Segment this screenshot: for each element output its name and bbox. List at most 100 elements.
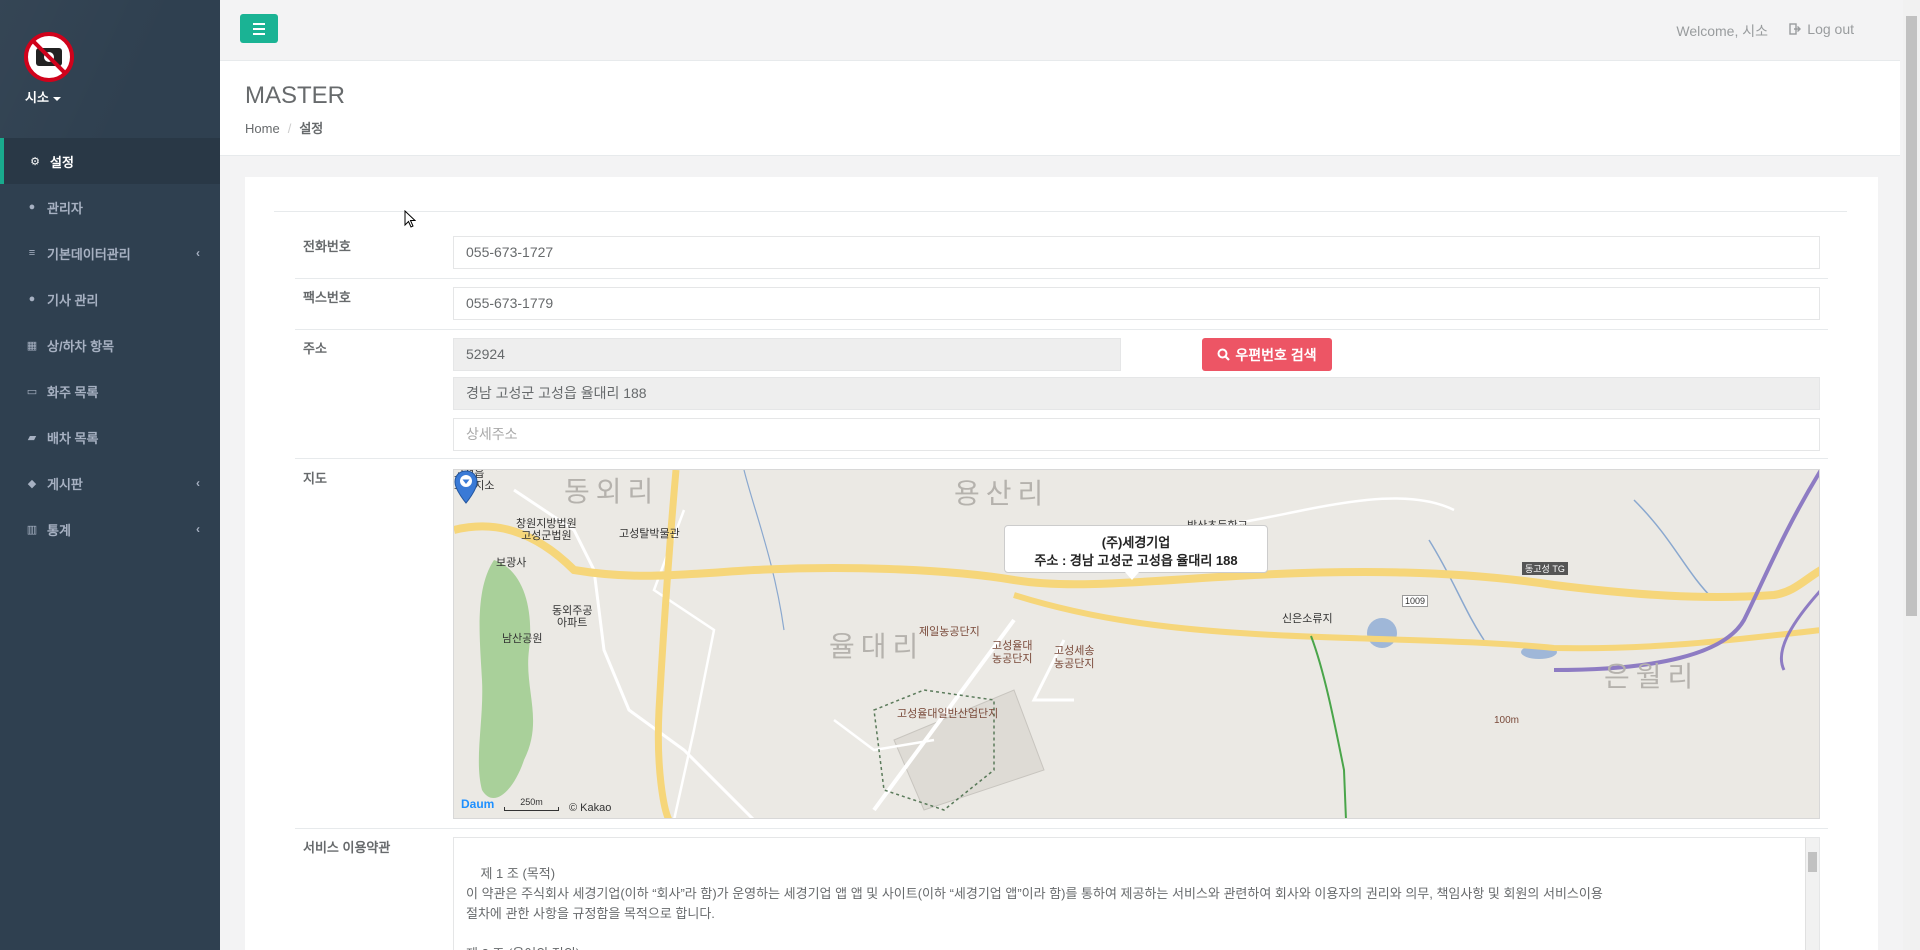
sidebar-item-6[interactable]: ▰ 배차 목록	[0, 414, 220, 460]
page-title: MASTER	[245, 82, 346, 109]
sidebar-item-8[interactable]: ▥ 통계 ‹	[0, 506, 220, 552]
sidebar-nav: ⚙ 설정 ● 관리자 ≡ 기본데이터관리 ‹ ● 기사 관리 ▦ 상/하차 항목 ▭ 화주 목록 ▰ 배차 …	[0, 138, 220, 552]
map-area-label: 용산리	[954, 478, 1050, 509]
search-icon	[1217, 348, 1231, 361]
database-icon: ≡	[28, 247, 36, 259]
zipcode-input[interactable]: 52924	[453, 338, 1121, 371]
map-marker-icon[interactable]	[454, 470, 478, 504]
zipcode-search-label: 우편번호 검색	[1235, 346, 1317, 363]
sidebar: 시소 ⚙ 설정 ● 관리자 ≡ 기본데이터관리 ‹ ● 기사 관리 ▦ 상/하차 항목 ▭ 화주 목록 ▰…	[0, 0, 220, 950]
map-poi-label: 보광사	[496, 557, 527, 569]
map-view[interactable]: 동외리 용산리 율대리 은월리 고성읍 보건지소 창원지방법원 고성군법원 고성…	[453, 469, 1820, 819]
road-number-label: 1009	[1402, 595, 1429, 607]
sidebar-item-label: 기본데이터관리	[47, 246, 131, 262]
page-heading: MASTER Home / 설정	[220, 61, 1900, 156]
fax-label: 팩스번호	[303, 290, 351, 305]
user-icon: ●	[28, 293, 36, 305]
fax-row: 팩스번호 055-673-1779	[295, 279, 1828, 330]
caret-down-icon	[52, 96, 61, 101]
hamburger-icon	[253, 22, 265, 25]
map-poi-label: 창원지방법원 고성군법원	[516, 518, 577, 542]
detail-address-input[interactable]: 상세주소	[453, 418, 1820, 451]
map-info-window: (주)세경기업 주소 : 경남 고성군 고성읍 율대리 188	[1004, 525, 1268, 580]
sidebar-header: 시소	[0, 0, 220, 138]
sidebar-item-4[interactable]: ▦ 상/하차 항목	[0, 322, 220, 368]
phone-input[interactable]: 055-673-1727	[453, 236, 1820, 269]
credit-card-icon: ▭	[26, 385, 38, 398]
address-row: 주소 52924 우편번호 검색 경남 고성군 고성읍 율대리 188 상세주소	[295, 330, 1828, 459]
user-dropdown[interactable]: 시소	[25, 87, 61, 106]
user-icon: ●	[28, 201, 36, 213]
sidebar-item-label: 게시판	[47, 476, 83, 492]
phone-label: 전화번호	[303, 239, 351, 254]
sidebar-item-7[interactable]: ◆ 게시판 ‹	[0, 460, 220, 506]
zipcode-search-button[interactable]: 우편번호 검색	[1202, 338, 1332, 371]
bar-chart-icon: ▥	[26, 523, 38, 536]
fax-input[interactable]: 055-673-1779	[453, 287, 1820, 320]
mouse-cursor-icon	[404, 210, 416, 228]
menu-toggle-button[interactable]	[240, 14, 278, 43]
map-poi-label: 고성율대 농공단지	[992, 640, 1033, 665]
sidebar-item-label: 화주 목록	[47, 384, 99, 400]
address-input[interactable]: 경남 고성군 고성읍 율대리 188	[453, 377, 1820, 410]
divider	[274, 211, 1847, 212]
map-copyright: © Kakao	[569, 802, 612, 814]
map-poi-label: 남산공원	[502, 633, 543, 645]
sidebar-item-label: 통계	[47, 522, 71, 538]
sidebar-item-label: 관리자	[47, 200, 83, 216]
window-scrollbar[interactable]	[1903, 0, 1920, 950]
building-icon: ▦	[26, 339, 38, 352]
welcome-text: Welcome, 시소	[1676, 23, 1768, 39]
sidebar-item-1[interactable]: ● 관리자	[0, 184, 220, 230]
hamburger-icon-bar	[253, 27, 265, 30]
terms-text: 제 1 조 (목적) 이 약관은 주식회사 세경기업(이하 “회사”라 함)가 …	[466, 866, 1603, 950]
sidebar-item-label: 설정	[50, 154, 74, 170]
sidebar-item-2[interactable]: ≡ 기본데이터관리 ‹	[0, 230, 220, 276]
settings-panel: 전화번호 055-673-1727 팩스번호 055-673-1779 주소 5…	[245, 177, 1878, 950]
logout-link[interactable]: Log out	[1789, 21, 1854, 37]
bell-icon: ◆	[27, 477, 37, 490]
sidebar-item-5[interactable]: ▭ 화주 목록	[0, 368, 220, 414]
chevron-left-icon: ‹	[196, 246, 200, 260]
address-label: 주소	[303, 341, 327, 356]
user-name: 시소	[25, 90, 49, 105]
breadcrumb-current: 설정	[299, 121, 324, 136]
terms-scroll-thumb[interactable]	[1808, 852, 1817, 872]
map-poi-label: 제일농공단지	[919, 626, 980, 638]
window-scroll-thumb[interactable]	[1906, 16, 1917, 616]
sidebar-item-label: 상/하차 항목	[47, 338, 115, 354]
breadcrumb-home[interactable]: Home	[245, 121, 280, 136]
map-poi-label: 고성탈박물관	[619, 528, 680, 540]
map-scale: 250m	[504, 797, 559, 811]
map-area-label: 율대리	[829, 631, 925, 662]
breadcrumb-separator: /	[287, 121, 292, 136]
map-area-label: 은월리	[1604, 661, 1700, 692]
truck-icon: ▰	[27, 431, 37, 444]
terms-scrollbar[interactable]	[1805, 838, 1819, 950]
gears-icon: ⚙	[30, 155, 40, 168]
toll-gate-label: 동고성 TG	[1522, 562, 1568, 575]
sidebar-item-0[interactable]: ⚙ 설정	[0, 138, 220, 184]
sidebar-item-label: 배차 목록	[47, 430, 99, 446]
terms-label: 서비스 이용약관	[303, 840, 391, 855]
logout-label: Log out	[1807, 21, 1854, 37]
scale-label: 250m	[520, 797, 543, 807]
hamburger-icon-bar	[253, 32, 265, 35]
map-poi-label: 신은소류지	[1282, 613, 1333, 625]
sign-out-icon	[1789, 23, 1802, 35]
terms-textarea[interactable]: 제 1 조 (목적) 이 약관은 주식회사 세경기업(이하 “회사”라 함)가 …	[453, 837, 1820, 950]
water-body	[1367, 618, 1397, 648]
elevation-label: 100m	[1494, 715, 1520, 726]
map-graphics	[454, 470, 1819, 818]
scale-bar	[504, 807, 559, 811]
chevron-left-icon: ‹	[196, 476, 200, 490]
map-poi-label: 동외주공 아파트	[552, 605, 593, 629]
map-area-label: 동외리	[564, 476, 660, 507]
sidebar-item-3[interactable]: ● 기사 관리	[0, 276, 220, 322]
profile-logo[interactable]	[24, 32, 74, 82]
map-poi-label: 고성율대일반산업단지	[897, 708, 999, 720]
chevron-left-icon: ‹	[196, 522, 200, 536]
map-poi-label: 고성세송 농공단지	[1054, 645, 1095, 670]
map-label: 지도	[303, 471, 327, 486]
info-title: (주)세경기업	[1101, 535, 1171, 550]
